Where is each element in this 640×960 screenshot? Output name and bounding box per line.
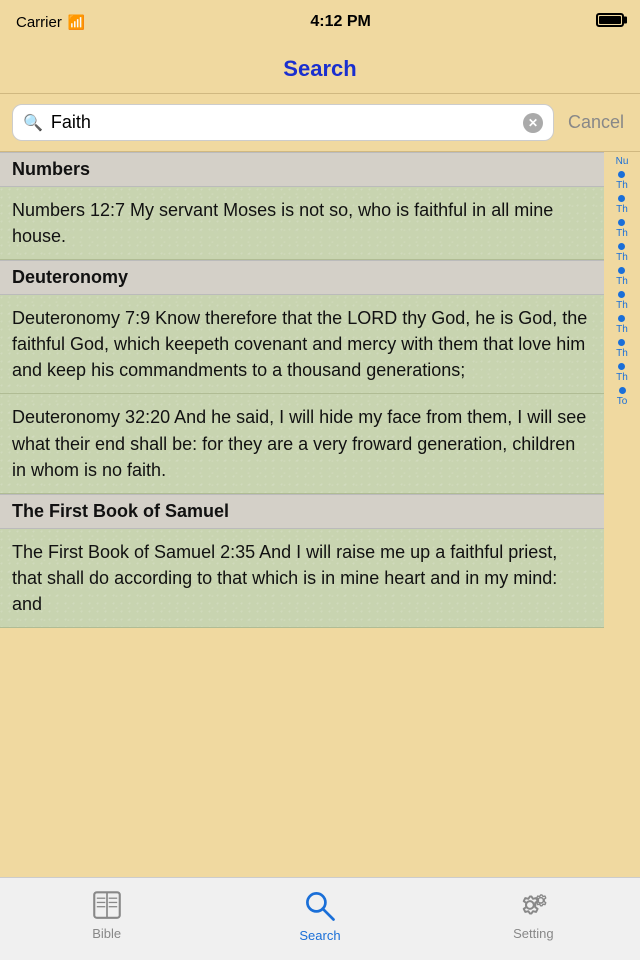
tab-setting-label: Setting xyxy=(513,926,553,941)
section-title-deuteronomy: Deuteronomy xyxy=(12,267,128,287)
side-index-th4[interactable]: Th xyxy=(616,241,628,263)
side-index-th2[interactable]: Th xyxy=(616,193,628,215)
tab-setting[interactable]: Setting xyxy=(427,888,640,941)
side-index-th8[interactable]: Th xyxy=(616,337,628,359)
side-index-th6[interactable]: Th xyxy=(616,289,628,311)
battery-icon xyxy=(596,13,624,27)
nav-bar: Search xyxy=(0,44,640,94)
content-area: Numbers Numbers 12:7 My servant Moses is… xyxy=(0,152,640,877)
verse-text: Numbers 12:7 My servant Moses is not so,… xyxy=(12,200,553,246)
verse-text: The First Book of Samuel 2:35 And I will… xyxy=(12,542,557,614)
verse-text: Deuteronomy 32:20 And he said, I will hi… xyxy=(12,407,586,479)
results-list[interactable]: Numbers Numbers 12:7 My servant Moses is… xyxy=(0,152,604,877)
book-icon xyxy=(90,888,124,922)
verse-text: Deuteronomy 7:9 Know therefore that the … xyxy=(12,308,587,380)
list-item[interactable]: Deuteronomy 7:9 Know therefore that the … xyxy=(0,295,604,394)
section-header-numbers: Numbers xyxy=(0,152,604,187)
search-input[interactable] xyxy=(51,112,523,133)
side-index-th1[interactable]: Th xyxy=(616,169,628,191)
list-item[interactable]: Numbers 12:7 My servant Moses is not so,… xyxy=(0,187,604,260)
section-header-samuel: The First Book of Samuel xyxy=(0,494,604,529)
list-item[interactable]: Deuteronomy 32:20 And he said, I will hi… xyxy=(0,394,604,493)
side-index-th9[interactable]: Th xyxy=(616,361,628,383)
search-bar: 🔍 ✕ Cancel xyxy=(0,94,640,152)
tab-search[interactable]: Search xyxy=(213,888,426,943)
section-header-deuteronomy: Deuteronomy xyxy=(0,260,604,295)
search-tab-icon xyxy=(302,888,338,924)
cancel-button[interactable]: Cancel xyxy=(564,112,628,133)
side-index-th5[interactable]: Th xyxy=(616,265,628,287)
carrier-text: Carrier xyxy=(16,14,62,31)
tab-bible[interactable]: Bible xyxy=(0,888,213,941)
side-index-th7[interactable]: Th xyxy=(616,313,628,335)
tab-bible-label: Bible xyxy=(92,926,121,941)
tab-bar: Bible Search Setting xyxy=(0,877,640,960)
wifi-icon: 📶 xyxy=(68,14,85,31)
nav-title: Search xyxy=(283,56,356,82)
list-item[interactable]: The First Book of Samuel 2:35 And I will… xyxy=(0,529,604,628)
section-title-samuel: The First Book of Samuel xyxy=(12,501,229,521)
side-index-nu[interactable]: Nu xyxy=(616,156,629,167)
section-title-numbers: Numbers xyxy=(12,159,90,179)
battery-indicator xyxy=(596,13,624,32)
tab-search-label: Search xyxy=(299,928,340,943)
side-index-th3[interactable]: Th xyxy=(616,217,628,239)
gear-icon xyxy=(516,888,550,922)
status-time: 4:12 PM xyxy=(310,13,370,31)
status-bar: Carrier 📶 4:12 PM xyxy=(0,0,640,44)
search-icon: 🔍 xyxy=(23,113,43,133)
search-clear-button[interactable]: ✕ xyxy=(523,113,543,133)
side-index-to[interactable]: To xyxy=(617,385,628,407)
carrier-info: Carrier 📶 xyxy=(16,14,85,31)
side-index: Nu Th Th Th Th Th Th Th xyxy=(604,152,640,877)
search-input-wrapper: 🔍 ✕ xyxy=(12,104,554,141)
